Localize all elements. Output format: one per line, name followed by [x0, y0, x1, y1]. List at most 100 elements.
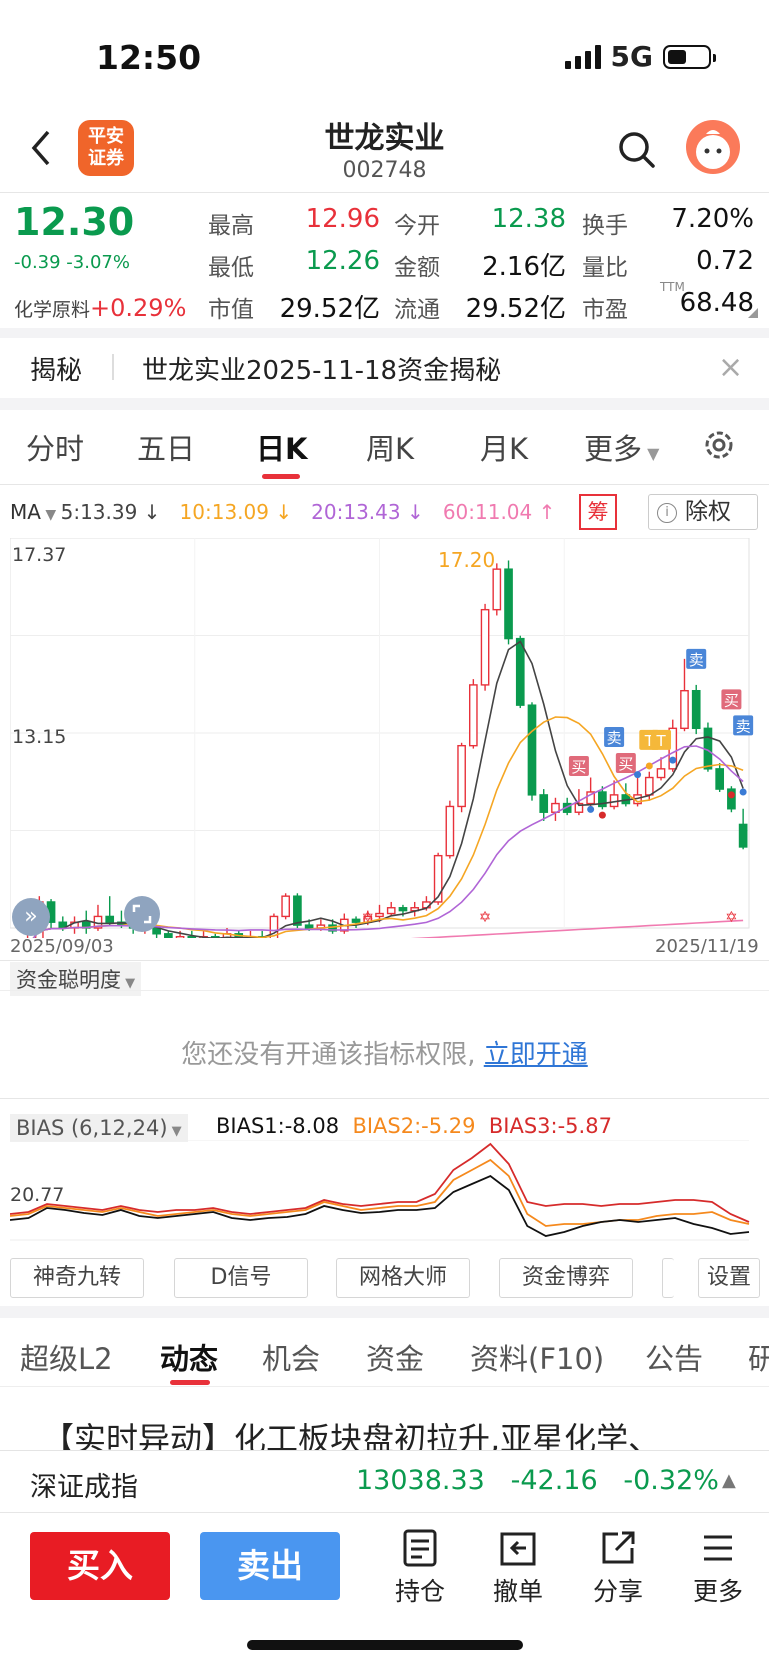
quote-value: 29.52亿: [279, 294, 380, 324]
tab-announcements[interactable]: 公告: [645, 1336, 703, 1378]
tool-grid-master[interactable]: 网格大师: [336, 1258, 470, 1298]
signal-dot: [598, 811, 606, 819]
banner-tag: 揭秘: [30, 356, 83, 386]
tool-fund-game[interactable]: 资金博弈: [499, 1258, 633, 1298]
quote-label: 流通: [394, 297, 440, 323]
tab-more[interactable]: 更多 ▼: [584, 426, 659, 468]
tab-monthly-k[interactable]: 月K: [480, 426, 528, 468]
activate-link[interactable]: 立即开通: [484, 1040, 588, 1070]
start-date-label: 2025/09/03: [10, 936, 114, 957]
candle-body: [515, 637, 525, 706]
settings-button[interactable]: [702, 428, 736, 466]
y-axis-high-label: 17.37: [12, 544, 67, 566]
quote-value: 2.16亿: [482, 252, 566, 282]
expand-icon: [132, 904, 152, 924]
t-marker: T: [655, 732, 666, 750]
quote-label: 金额: [394, 255, 440, 281]
bias-indicator-dropdown[interactable]: BIAS (6,12,24) ▼: [10, 1114, 188, 1142]
ma60-value: 60:11.04 ↑: [442, 500, 556, 524]
cancel-order-button[interactable]: 撤单: [478, 1528, 558, 1608]
quote-value: 0.72: [696, 246, 754, 276]
signal-dot: [669, 756, 677, 764]
candle-body: [680, 689, 689, 730]
sector-change: +0.29%: [90, 294, 187, 322]
search-button[interactable]: [615, 128, 659, 172]
holdings-button[interactable]: 持仓: [380, 1528, 460, 1608]
share-label: 分享: [592, 1577, 643, 1606]
candle-body: [351, 918, 361, 923]
index-change: -42.16: [510, 1465, 598, 1496]
gear-icon: [705, 431, 733, 459]
cancel-order-label: 撤单: [492, 1577, 543, 1606]
scroll-left-button[interactable]: »: [12, 898, 50, 936]
ma-legend[interactable]: MA ▼ 5:13.39 ↓ 10:13.09 ↓ 20:13.43 ↓ 60:…: [10, 500, 555, 524]
sell-button[interactable]: 卖出: [200, 1532, 340, 1600]
candle-body: [304, 924, 314, 929]
candle-body: [164, 933, 173, 938]
tab-weekly-k[interactable]: 周K: [366, 426, 414, 468]
divider: [0, 990, 769, 991]
quote-value: 12.26: [305, 246, 380, 276]
ex-rights-button[interactable]: i 除权: [648, 494, 758, 530]
quote-label: 换手: [582, 213, 628, 239]
undo-icon: [500, 1532, 536, 1566]
avatar[interactable]: [686, 120, 740, 174]
battery-icon: [663, 44, 716, 69]
close-icon[interactable]: ×: [718, 350, 743, 385]
ma20-value: 20:13.43 ↓: [311, 500, 424, 524]
index-pct: -0.32%: [623, 1465, 719, 1496]
tab-opportunity[interactable]: 机会: [262, 1336, 320, 1378]
sector-info[interactable]: 化学原料+0.29%: [14, 294, 186, 322]
tab-super-l2[interactable]: 超级L2: [20, 1336, 113, 1378]
signal-dot: [634, 771, 642, 779]
sector-name: 化学原料: [14, 299, 91, 321]
tab-f10[interactable]: 资料(F10): [470, 1336, 604, 1378]
quote-label: 最高: [208, 213, 254, 239]
active-section-indicator: [170, 1380, 210, 1385]
tab-funds[interactable]: 资金: [366, 1336, 424, 1378]
holdings-icon: [403, 1529, 437, 1567]
tool-d-signal[interactable]: D信号: [174, 1258, 308, 1298]
candle-body: [293, 895, 302, 926]
ma-dropdown-icon: ▼: [40, 507, 61, 523]
kline-chart[interactable]: 卖卖卖买买 买T T✡ ✡ ✡: [10, 538, 759, 938]
buy-marker: 买: [724, 691, 739, 709]
bias2-value: BIAS2:-5.29: [352, 1114, 476, 1138]
sell-marker: 卖: [689, 651, 704, 669]
share-icon: [602, 1531, 635, 1564]
divider: [0, 1386, 769, 1387]
last-price: 12.30: [14, 200, 135, 244]
status-time: 12:50: [96, 38, 202, 77]
tab-research[interactable]: 研: [748, 1336, 769, 1378]
dropdown-arrow-icon: ▼: [642, 444, 660, 463]
status-indicators: 5G: [564, 40, 716, 73]
share-button[interactable]: 分享: [578, 1528, 658, 1608]
tool-settings[interactable]: 设置: [698, 1258, 760, 1298]
chip-distribution-button[interactable]: 筹: [579, 494, 617, 530]
locked-text: 您还没有开通该指标权限,: [181, 1040, 476, 1070]
expand-corner-icon[interactable]: [748, 308, 758, 318]
buy-button[interactable]: 买入: [30, 1532, 170, 1600]
tab-daily-k[interactable]: 日K: [256, 426, 307, 468]
candle-body: [398, 907, 408, 912]
tool-overflow[interactable]: [662, 1258, 674, 1298]
divider: [0, 484, 769, 485]
tab-timeshare[interactable]: 分时: [26, 426, 84, 468]
candle-body: [656, 768, 666, 779]
quote-label: 市盈: [582, 297, 628, 323]
dropdown-arrow-icon: ▼: [167, 1124, 182, 1139]
expand-up-icon[interactable]: ▲: [722, 1470, 736, 1491]
tab-news-feed[interactable]: 动态: [160, 1336, 218, 1378]
tool-magic-nine[interactable]: 神奇九转: [10, 1258, 144, 1298]
candle-body: [738, 823, 748, 848]
fullscreen-button[interactable]: [124, 896, 160, 932]
banner-text[interactable]: 世龙实业2025-11-18资金揭秘: [142, 350, 501, 387]
bias-chart[interactable]: [10, 1140, 759, 1248]
tab-five-day[interactable]: 五日: [137, 426, 195, 468]
back-button[interactable]: [26, 128, 56, 168]
broker-logo[interactable]: 平安 证券: [78, 120, 134, 176]
candle-body: [457, 744, 466, 808]
more-button[interactable]: 更多: [678, 1528, 758, 1608]
locked-indicator-message: 您还没有开通该指标权限, 立即开通: [0, 1034, 769, 1071]
index-values: 13038.33 -42.16 -0.32%: [356, 1465, 719, 1496]
